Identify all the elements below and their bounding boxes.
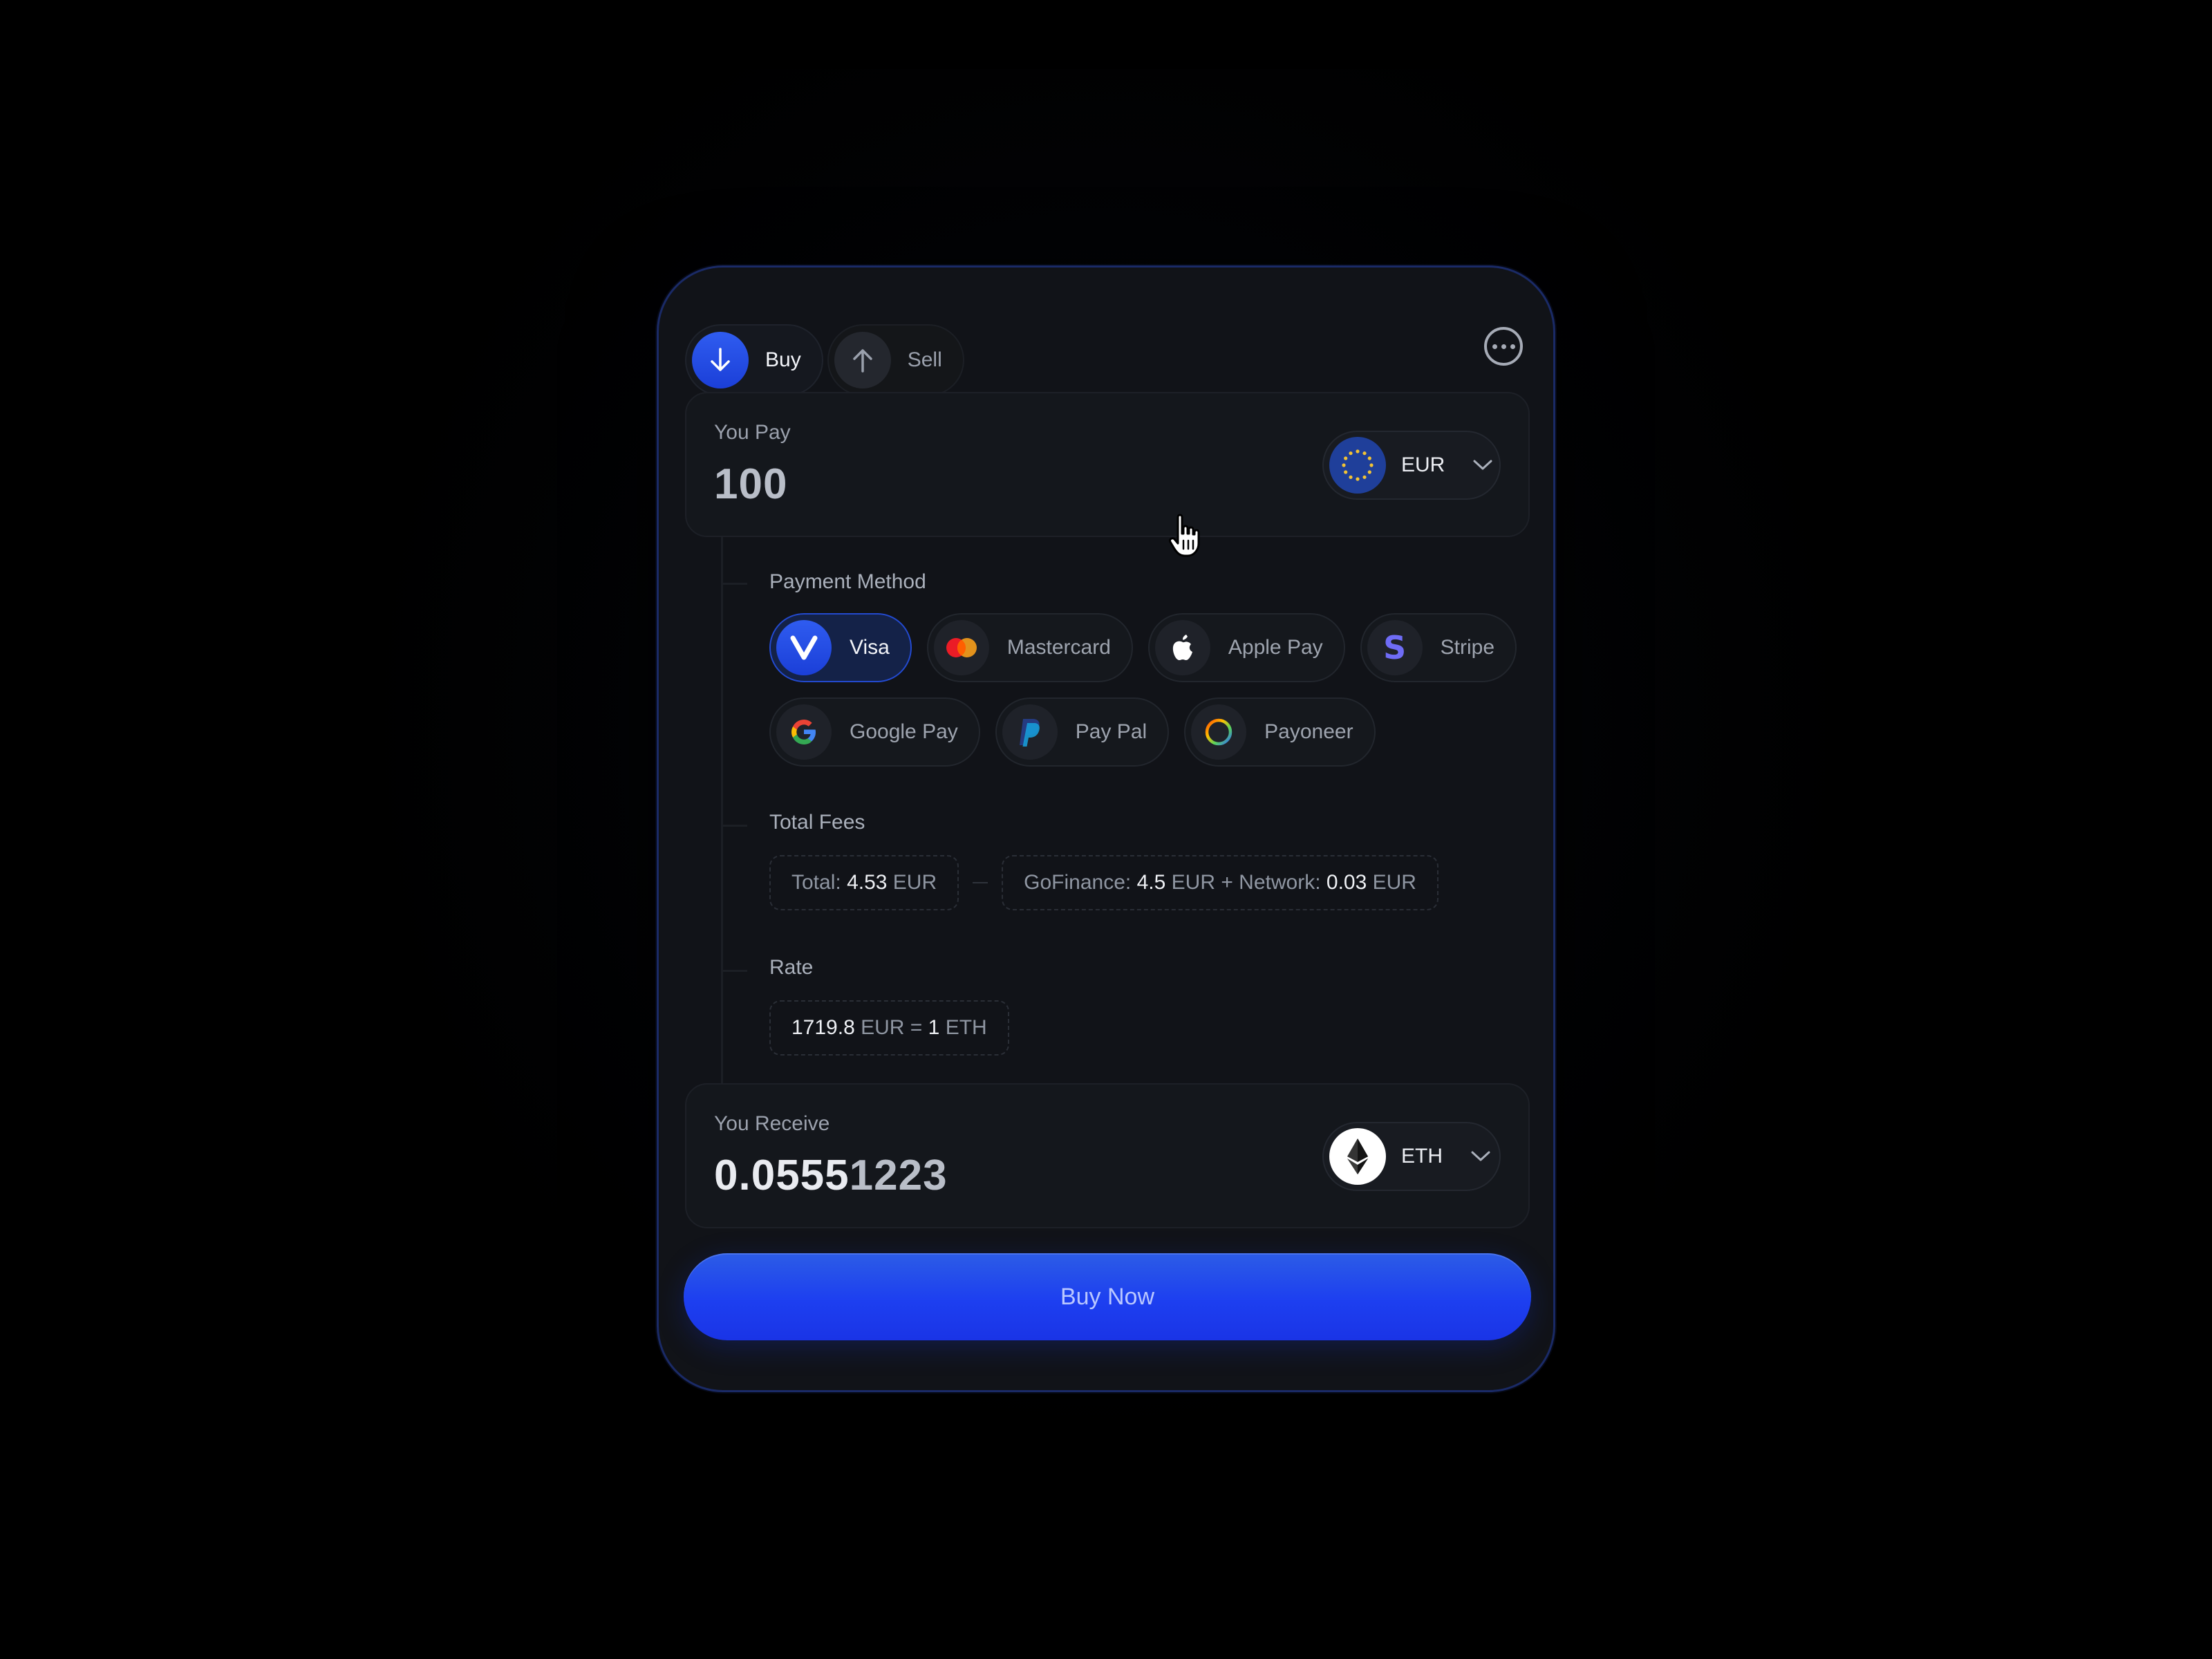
rate-label: Rate [769, 956, 814, 979]
paypal-icon [1002, 704, 1058, 760]
total-fee-box: Total: 4.53 EUR [769, 855, 959, 910]
payment-method-apple-pay[interactable]: Apple Pay [1147, 613, 1345, 682]
you-receive-panel: You Receive 0.05551223 ETH [685, 1083, 1530, 1228]
you-pay-label: You Pay [714, 421, 791, 444]
tab-sell-label: Sell [907, 348, 942, 371]
hand-cursor-icon [1169, 514, 1200, 557]
fee-connector [973, 882, 988, 883]
rate-equals: = [910, 1016, 923, 1039]
rate-from-unit: EUR [861, 1016, 905, 1039]
payment-method-label: Mastercard [1006, 636, 1111, 659]
fees-breakdown: Total: 4.53 EUR GoFinance: 4.5 EUR + Net… [769, 855, 1438, 910]
chevron-down-icon [1471, 1151, 1490, 1161]
you-pay-panel: You Pay 100 EUR [685, 392, 1530, 537]
payment-method-google-pay[interactable]: Google Pay [769, 697, 980, 767]
receive-amount: 0.05551223 [714, 1151, 948, 1200]
total-fee-prefix: Total: [791, 871, 841, 894]
tree-connector [721, 537, 723, 1083]
rate-to-unit: ETH [945, 1016, 987, 1039]
network-fee-unit: EUR [1372, 871, 1416, 894]
payment-method-stripe[interactable]: S Stripe [1360, 613, 1517, 682]
payment-method-label: Pay Pal [1075, 720, 1147, 743]
ethereum-icon [1329, 1128, 1386, 1185]
tab-buy[interactable]: Buy [685, 324, 823, 396]
tree-tick [721, 970, 747, 972]
more-options-button[interactable] [1484, 327, 1523, 366]
mastercard-icon [933, 620, 989, 675]
rate-box: 1719.8 EUR = 1 ETH [769, 1000, 1009, 1056]
receive-currency-select[interactable]: ETH [1322, 1122, 1501, 1191]
tab-sell[interactable]: Sell [827, 324, 964, 396]
visa-icon [776, 620, 832, 675]
chevron-down-icon [1473, 460, 1492, 470]
gofinance-fee-unit: EUR [1171, 871, 1215, 894]
rate-to-value: 1 [928, 1016, 940, 1039]
network-fee-value: 0.03 [1326, 871, 1367, 894]
payment-method-label: Stripe [1440, 636, 1495, 659]
google-icon [776, 704, 832, 760]
more-horizontal-icon [1492, 344, 1497, 349]
tree-tick [721, 825, 747, 827]
tree-tick [721, 583, 747, 585]
payment-method-label: Apple Pay [1228, 636, 1323, 659]
eu-flag-icon [1329, 437, 1386, 494]
pay-currency-label: EUR [1401, 453, 1445, 476]
apple-icon [1154, 620, 1210, 675]
receive-currency-label: ETH [1401, 1145, 1443, 1168]
buy-sell-tabs: Buy Sell [685, 324, 964, 396]
exchange-widget: Buy Sell You Pay 100 EUR Payment Method … [657, 265, 1555, 1392]
rate-from-value: 1719.8 [791, 1016, 855, 1039]
payment-method-list: Visa Mastercard Apple Pay S Stripe Googl… [769, 613, 1530, 782]
pay-currency-select[interactable]: EUR [1322, 431, 1501, 500]
receive-amount-strong: 0.0555 [714, 1152, 850, 1199]
arrow-up-icon [834, 332, 891, 388]
stripe-icon: S [1367, 620, 1423, 675]
payment-method-label: Visa [850, 636, 890, 659]
total-fees-label: Total Fees [769, 811, 865, 834]
gofinance-fee-value: 4.5 [1136, 871, 1166, 894]
payment-method-label: Google Pay [850, 720, 958, 743]
payment-method-label: Payment Method [769, 570, 926, 593]
payoneer-icon [1191, 704, 1247, 760]
payment-method-visa[interactable]: Visa [769, 613, 912, 682]
payment-method-paypal[interactable]: Pay Pal [995, 697, 1170, 767]
payment-method-payoneer[interactable]: Payoneer [1184, 697, 1376, 767]
tab-buy-label: Buy [765, 348, 801, 371]
pay-amount-input[interactable]: 100 [714, 460, 787, 509]
you-receive-label: You Receive [714, 1112, 830, 1135]
gofinance-fee-prefix: GoFinance: [1024, 871, 1132, 894]
arrow-down-icon [692, 332, 749, 388]
buy-now-button[interactable]: Buy Now [684, 1253, 1531, 1340]
total-fee-value: 4.53 [847, 871, 888, 894]
fee-detail-box: GoFinance: 4.5 EUR + Network: 0.03 EUR [1002, 855, 1438, 910]
network-fee-prefix: + Network: [1221, 871, 1321, 894]
receive-amount-faded: 1223 [849, 1152, 948, 1199]
total-fee-unit: EUR [892, 871, 937, 894]
payment-method-mastercard[interactable]: Mastercard [926, 613, 1133, 682]
payment-method-label: Payoneer [1264, 720, 1353, 743]
